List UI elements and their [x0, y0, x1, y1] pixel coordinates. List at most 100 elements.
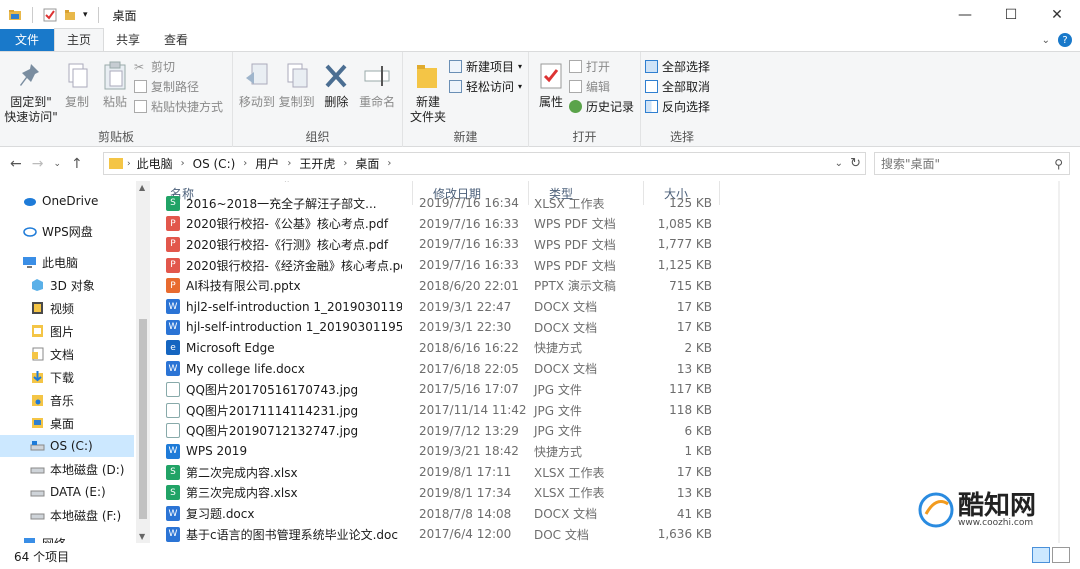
- sidebar-item-drive-d[interactable]: 本地磁盘 (D:): [0, 458, 134, 480]
- sidebar-item-drive-f[interactable]: 本地磁盘 (F:): [0, 504, 134, 526]
- sidebar-item-wps[interactable]: WPS网盘: [0, 220, 134, 242]
- chevron-right-icon[interactable]: ›: [387, 158, 391, 169]
- file-name-cell: W 基于c语言的图书管理系统毕业论文.doc: [166, 526, 402, 543]
- search-icon[interactable]: ⚲: [1054, 157, 1063, 171]
- table-row[interactable]: P AI科技有限公司.pptx 2018/6/20 22:01 PPTX 演示文稿 71…: [166, 276, 726, 296]
- new-item-icon: [449, 60, 462, 73]
- select-none-label: 全部取消: [662, 80, 711, 94]
- breadcrumb-item[interactable]: 桌面: [355, 155, 379, 172]
- edit-button[interactable]: 编辑: [569, 78, 634, 95]
- copy-path-button[interactable]: 复制路径: [134, 78, 223, 95]
- breadcrumb-item[interactable]: 王开虎: [299, 155, 335, 172]
- table-row[interactable]: QQ图片20170516170743.jpg 2017/5/16 17:07 JPG…: [166, 379, 726, 399]
- table-row[interactable]: QQ图片20171114114231.jpg 2017/11/14 11:42 JP…: [166, 400, 726, 420]
- table-row[interactable]: W 复习题.docx 2018/7/8 14:08 DOCX 文档 41 KB: [166, 504, 726, 524]
- table-row[interactable]: P 2020银行校招-《行测》核心考点.pdf 2019/7/16 16:33 WPS…: [166, 234, 726, 254]
- sidebar-item-this-pc[interactable]: 此电脑: [0, 251, 134, 273]
- forward-icon[interactable]: →: [32, 156, 44, 172]
- sidebar-item-3d[interactable]: 3D 对象: [0, 274, 134, 296]
- breadcrumb-item[interactable]: 此电脑: [137, 155, 173, 172]
- sidebar-item-music[interactable]: 音乐: [0, 389, 134, 411]
- open-button[interactable]: 打开: [569, 58, 634, 75]
- chevron-down-icon[interactable]: ▾: [83, 10, 88, 20]
- maximize-button[interactable]: ☐: [988, 0, 1034, 30]
- sidebar-scrollbar[interactable]: ▲ ▼: [136, 181, 150, 543]
- large-icons-view-button[interactable]: [1052, 547, 1070, 563]
- scroll-down-icon[interactable]: ▼: [139, 532, 145, 541]
- table-row[interactable]: Whjl-self-introduction 1_20190301195... 2…: [166, 317, 726, 337]
- pdf-file-icon: P: [166, 257, 180, 273]
- file-name-cell: P 2020银行校招-《行测》核心考点.pdf: [166, 236, 402, 253]
- ribbon-tabs: 文件 主页 共享 查看 ⌄ ?: [0, 28, 1080, 52]
- chevron-down-icon[interactable]: ⌄: [835, 158, 843, 169]
- watermark-url: www.coozhi.com: [958, 518, 1034, 528]
- scroll-up-icon[interactable]: ▲: [139, 183, 145, 192]
- sidebar-item-onedrive[interactable]: OneDrive: [0, 190, 134, 212]
- properties-icon[interactable]: [43, 8, 57, 22]
- new-item-button[interactable]: 新建项目 ▾: [449, 58, 522, 75]
- select-all-label: 全部选择: [662, 60, 711, 74]
- table-row[interactable]: Whjl2-self-introduction 1_2019030119... 2…: [166, 297, 726, 317]
- scroll-thumb[interactable]: [139, 319, 147, 519]
- docx-file-icon: W: [166, 506, 180, 521]
- copy-icon: [68, 63, 88, 88]
- file-name-cell: QQ图片20190712132747.jpg: [166, 422, 402, 439]
- new-folder-icon[interactable]: [63, 8, 77, 22]
- file-date: 2019/3/21 18:42: [419, 444, 519, 459]
- table-row[interactable]: P 2020银行校招-《经济金融》核心考点.pdf 2019/7/16 16:33 W…: [166, 255, 726, 275]
- easy-access-button[interactable]: 轻松访问 ▾: [449, 78, 522, 95]
- sidebar-item-videos[interactable]: 视频: [0, 297, 134, 319]
- sidebar-item-desktop[interactable]: 桌面: [0, 412, 134, 434]
- sidebar-item-documents[interactable]: 文档: [0, 343, 134, 365]
- cut-button[interactable]: ✂ 剪切: [134, 58, 223, 75]
- tab-share[interactable]: 共享: [104, 29, 152, 51]
- select-none-button[interactable]: 全部取消: [645, 78, 710, 95]
- chevron-down-icon[interactable]: ⌄: [1042, 35, 1050, 46]
- refresh-icon[interactable]: ↻: [850, 156, 861, 171]
- table-row[interactable]: QQ图片20190712132747.jpg 2019/7/12 13:29 JPG…: [166, 421, 726, 441]
- table-row[interactable]: S 2016~2018一充全子解汪子部文... 2019/7/16 16:34 XLS…: [166, 193, 726, 213]
- table-row[interactable]: S 第三次完成内容.xlsx 2019/8/1 17:34 XLSX 工作表 13 KB: [166, 483, 726, 503]
- details-view-button[interactable]: [1032, 547, 1050, 563]
- back-icon[interactable]: ←: [10, 156, 22, 172]
- history-button[interactable]: 历史记录: [569, 98, 634, 115]
- sidebar-item-drive-e[interactable]: DATA (E:): [0, 481, 134, 503]
- list-scrollbar[interactable]: ▲ ▼: [1058, 181, 1060, 543]
- sidebar-item-network[interactable]: 网络: [0, 532, 134, 543]
- up-icon[interactable]: ↑: [71, 156, 83, 172]
- chevron-right-icon[interactable]: ›: [243, 158, 247, 169]
- tab-view[interactable]: 查看: [152, 29, 200, 51]
- paste-shortcut-button[interactable]: 粘贴快捷方式: [134, 98, 223, 115]
- table-row[interactable]: P 2020银行校招-《公基》核心考点.pdf 2019/7/16 16:33 WPS…: [166, 214, 726, 234]
- chevron-down-icon[interactable]: ⌄: [53, 159, 61, 169]
- breadcrumb-item[interactable]: 用户: [255, 155, 279, 172]
- sidebar-item-label: DATA (E:): [50, 485, 106, 499]
- tab-home[interactable]: 主页: [54, 28, 105, 51]
- table-row[interactable]: W 基于c语言的图书管理系统毕业论文.doc 2017/6/4 12:00 DOC 文…: [166, 524, 726, 543]
- select-all-button[interactable]: 全部选择: [645, 58, 710, 75]
- invert-selection-button[interactable]: 反向选择: [645, 98, 710, 115]
- history-icon: [569, 100, 582, 113]
- table-row[interactable]: S 第二次完成内容.xlsx 2019/8/1 17:11 XLSX 工作表 17 KB: [166, 462, 726, 482]
- address-bar[interactable]: › 此电脑 › OS (C:) › 用户 › 王开虎 › 桌面 › ⌄ ↻: [103, 152, 866, 175]
- sidebar-item-pictures[interactable]: 图片: [0, 320, 134, 342]
- close-button[interactable]: ✕: [1034, 0, 1080, 30]
- clipboard-group: 固定到" 快速访问" 复制 粘贴 ✂ 剪切 复制路径 粘贴快捷方式 剪贴板: [0, 52, 233, 147]
- sidebar-item-os-c[interactable]: OS (C:): [0, 435, 134, 457]
- file-type: WPS PDF 文档: [534, 237, 616, 252]
- sidebar-item-downloads[interactable]: 下载: [0, 366, 134, 388]
- chevron-right-icon[interactable]: ›: [181, 158, 185, 169]
- tab-file[interactable]: 文件: [0, 29, 55, 51]
- table-row[interactable]: e Microsoft Edge 2018/6/16 16:22 快捷方式 2 KB: [166, 338, 726, 358]
- chevron-right-icon[interactable]: ›: [287, 158, 291, 169]
- pptx-file-icon: P: [166, 278, 180, 294]
- minimize-button[interactable]: —: [942, 0, 988, 30]
- table-row[interactable]: W WPS 2019 2019/3/21 18:42 快捷方式 1 KB: [166, 441, 726, 461]
- help-icon[interactable]: ?: [1058, 33, 1072, 47]
- breadcrumb-item[interactable]: OS (C:): [193, 157, 236, 171]
- table-row[interactable]: W My college life.docx 2017/6/18 22:05 DOCX…: [166, 359, 726, 379]
- file-type: DOCX 文档: [534, 362, 598, 377]
- search-input[interactable]: [881, 156, 1041, 171]
- file-name-cell: e Microsoft Edge: [166, 340, 402, 356]
- chevron-right-icon[interactable]: ›: [343, 158, 347, 169]
